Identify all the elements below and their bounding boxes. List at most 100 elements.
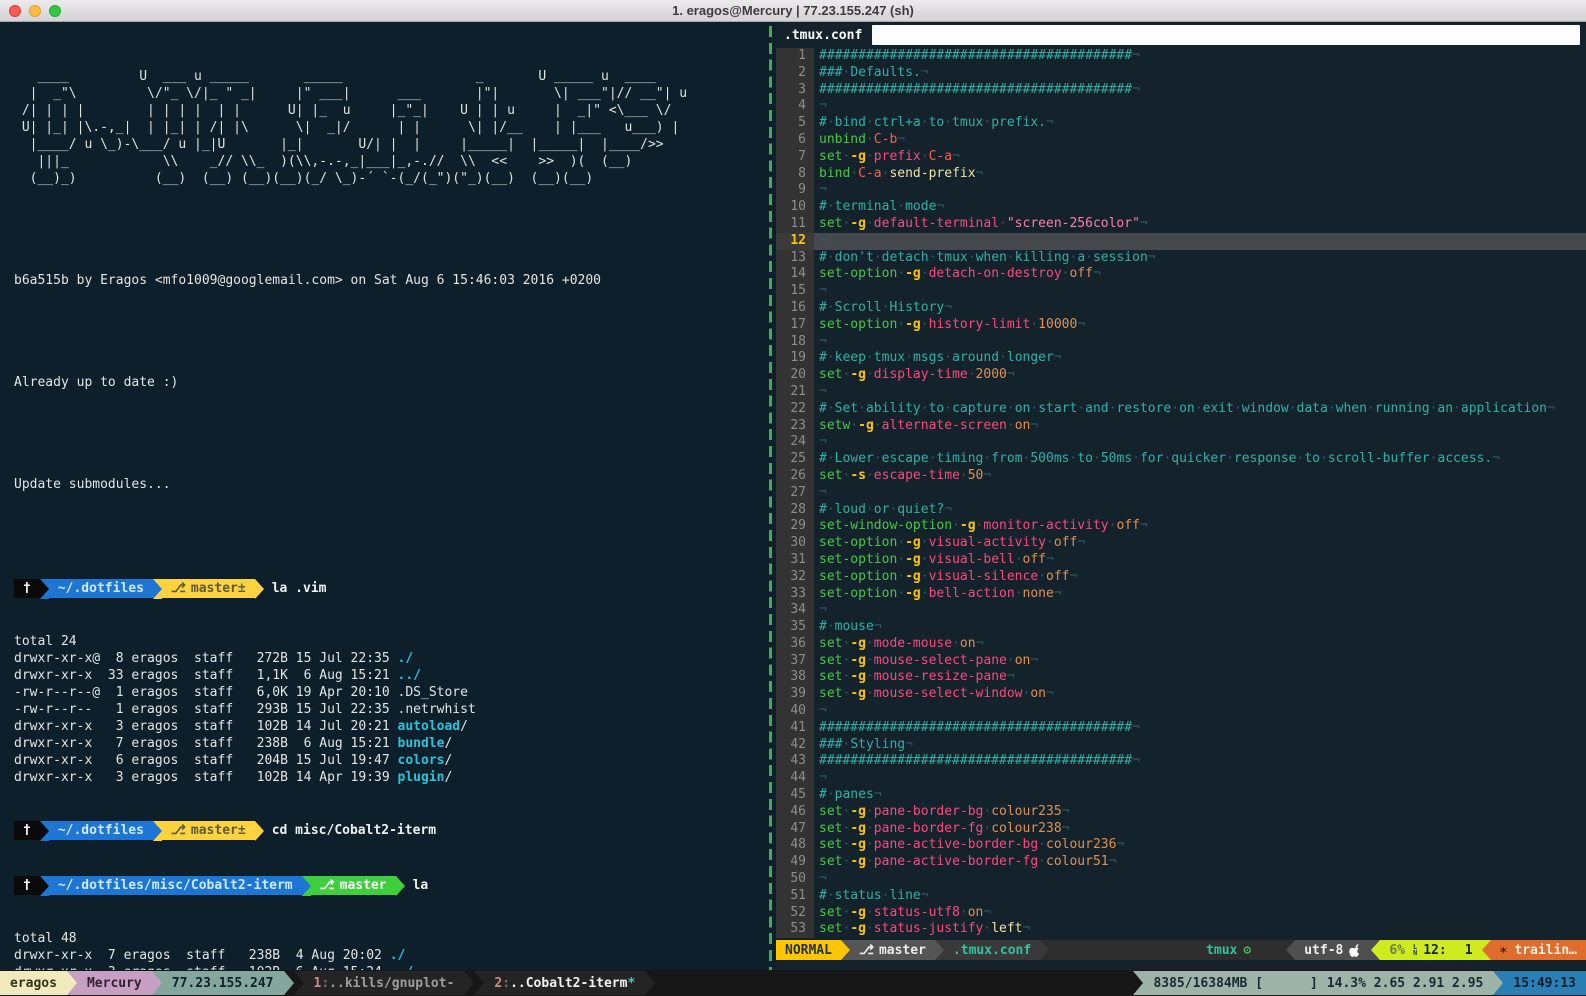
- space-dot: ·: [1007, 401, 1015, 416]
- space-dot: ·: [929, 451, 937, 466]
- file-text: /: [444, 753, 452, 768]
- syntax-token: -g: [905, 317, 921, 332]
- vim-line: 4¬: [776, 98, 1586, 115]
- typed-command: la: [413, 877, 429, 894]
- space-dot: ·: [827, 300, 835, 315]
- vim-line: 13#·don't·detach·tmux·when·killing·a·ses…: [776, 250, 1586, 267]
- powerline-arrow: [153, 821, 162, 841]
- syntax-token: status-justify: [874, 921, 984, 936]
- vim-line: 49set·-g·pane-active-border-fg·colour51¬: [776, 854, 1586, 871]
- vim-cursor-line: 12¬: [776, 233, 1586, 250]
- line-content: ¬: [814, 602, 1586, 619]
- tmux-window-2[interactable]: 2:..Cobalt2-iterm*: [484, 971, 645, 995]
- syntax-token: -g: [850, 686, 866, 701]
- eol-marker: ¬: [819, 871, 827, 886]
- space-dot: ·: [1109, 401, 1117, 416]
- space-dot: ·: [1038, 837, 1046, 852]
- line-number: 41: [776, 720, 814, 737]
- space-dot: ·: [1430, 451, 1438, 466]
- vim-line: 9¬: [776, 182, 1586, 199]
- syntax-token: -g: [850, 905, 866, 920]
- submodules-message: Update submodules...: [14, 476, 766, 493]
- space-dot: ·: [897, 569, 905, 584]
- line-content: set·-g·default-terminal·"screen-256color…: [814, 216, 1586, 233]
- line-content: #·bind·ctrl+a·to·tmux·prefix.¬: [814, 115, 1586, 132]
- eol-marker: ¬: [905, 737, 913, 752]
- space-dot: ·: [1085, 250, 1093, 265]
- space-dot: ·: [1070, 250, 1078, 265]
- space-dot: ·: [921, 401, 929, 416]
- eol-marker: ¬: [819, 384, 827, 399]
- syntax-token: #·terminal·mode: [819, 199, 936, 214]
- line-content: set-option·-g·visual-activity·off¬: [814, 535, 1586, 552]
- eol-marker: ¬: [1547, 401, 1555, 416]
- syntax-token: status-utf8: [874, 905, 960, 920]
- eol-marker: ¬: [976, 636, 984, 651]
- space-dot: ·: [952, 518, 960, 533]
- tmux-window-1[interactable]: 1:..kills/gnuplot-: [304, 971, 465, 995]
- vim-pane[interactable]: .tmux.conf 1############################…: [776, 22, 1586, 970]
- window-title: 1. eragos@Mercury | 77.23.155.247 (sh): [0, 3, 1586, 18]
- vim-line: 16#·Scroll·History¬: [776, 300, 1586, 317]
- syntax-token: alternate-screen: [882, 418, 1007, 433]
- listing-total: total 24: [14, 633, 766, 650]
- syntax-token: ########################################: [819, 48, 1132, 63]
- vim-line: 35#·mouse¬: [776, 619, 1586, 636]
- syntax-token: mouse-select-window: [874, 686, 1023, 701]
- powerline-arrow: [294, 971, 304, 995]
- asterisk-icon: ∗: [1500, 943, 1508, 958]
- vim-line: 40¬: [776, 703, 1586, 720]
- powerline-arrow: [1371, 940, 1380, 960]
- line-content: setw·-g·alternate-screen·on¬: [814, 418, 1586, 435]
- powerline-arrow: [474, 971, 484, 995]
- syntax-token: 50: [968, 468, 984, 483]
- space-dot: ·: [944, 350, 952, 365]
- tmux-status-bar: eragos Mercury 77.23.155.247 1:..kills/g…: [0, 970, 1586, 996]
- space-dot: ·: [866, 636, 874, 651]
- syntax-token: unbind: [819, 132, 866, 147]
- vim-line: 17set-option·-g·history-limit·10000¬: [776, 317, 1586, 334]
- space-dot: ·: [897, 317, 905, 332]
- vim-line: 37set·-g·mouse-select-pane·on¬: [776, 653, 1586, 670]
- tmux-pane-divider[interactable]: [766, 22, 776, 970]
- syntax-token: C-a: [929, 149, 952, 164]
- line-number: 49: [776, 854, 814, 871]
- vim-tab-tmux-conf[interactable]: .tmux.conf: [784, 28, 862, 43]
- line-number: 34: [776, 602, 814, 619]
- eol-marker: ¬: [819, 602, 827, 617]
- space-dot: ·: [827, 350, 835, 365]
- space-dot: ·: [897, 535, 905, 550]
- vim-line: 8bind·C-a·send-prefix¬: [776, 166, 1586, 183]
- powerline-arrow: [1286, 940, 1295, 960]
- vim-line: 14set-option·-g·detach-on-destroy·off¬: [776, 266, 1586, 283]
- line-content: set-window-option·-g·monitor-activity·of…: [814, 518, 1586, 535]
- syntax-token: off: [1116, 518, 1139, 533]
- shell-pane[interactable]: ____ U ___ u _____ _____ _ U _____ u ___…: [0, 22, 766, 970]
- powerline-arrow: [40, 876, 49, 896]
- eol-marker: ¬: [897, 132, 905, 147]
- powerline-arrow: [284, 971, 294, 995]
- syntax-token: set: [819, 854, 842, 869]
- vim-line: 24¬: [776, 434, 1586, 451]
- space-dot: ·: [874, 418, 882, 433]
- line-content: set·-g·status-justify·left¬: [814, 921, 1586, 938]
- syntax-token: set: [819, 686, 842, 701]
- space-dot: ·: [1297, 451, 1305, 466]
- line-number: 39: [776, 686, 814, 703]
- syntax-token: -g: [905, 266, 921, 281]
- vim-line: 21¬: [776, 384, 1586, 401]
- space-dot: ·: [1023, 451, 1031, 466]
- space-dot: ·: [866, 804, 874, 819]
- vim-buffer[interactable]: 1#######################################…: [776, 48, 1586, 940]
- syntax-token: set: [819, 821, 842, 836]
- syntax-token: #·status·line: [819, 888, 921, 903]
- syntax-token: off: [1046, 569, 1069, 584]
- line-number: 50: [776, 871, 814, 888]
- vim-line: 53set·-g·status-justify·left¬: [776, 921, 1586, 938]
- prompt-path-segment: ~/.dotfiles: [49, 579, 153, 598]
- line-number: 22: [776, 401, 814, 418]
- eol-marker: ¬: [819, 485, 827, 500]
- vim-line: 23setw·-g·alternate-screen·on¬: [776, 418, 1586, 435]
- syntax-token: -g: [850, 804, 866, 819]
- eol-marker: ¬: [1077, 535, 1085, 550]
